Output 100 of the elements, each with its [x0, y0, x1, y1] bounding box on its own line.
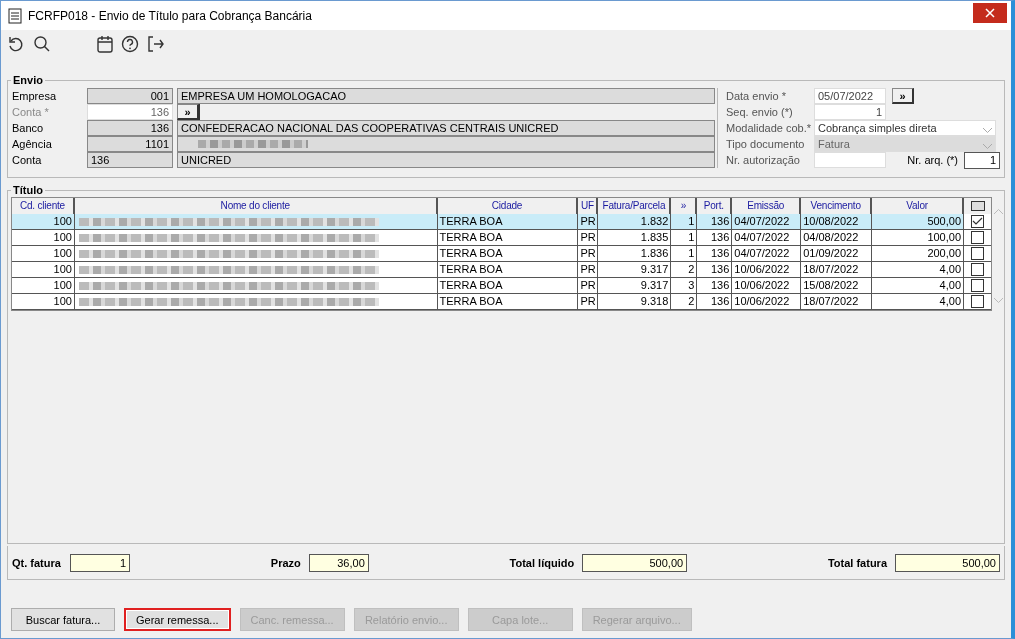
table-cell: 10/06/2022 [732, 262, 802, 277]
document-icon [8, 7, 22, 24]
table-cell: 1 [671, 246, 698, 261]
table-cell: 18/07/2022 [801, 294, 873, 309]
table-cell: 1.836 [598, 246, 672, 261]
close-button[interactable] [973, 2, 1007, 23]
table-cell: 9.317 [598, 262, 672, 277]
field-label: Conta * [11, 106, 50, 118]
table-cell: PR [578, 214, 599, 229]
code-field: 1101 [87, 136, 173, 152]
table-cell: 18/07/2022 [801, 262, 873, 277]
table-cell: 1 [671, 214, 698, 229]
window-title: FCRFP018 - Envio de Título para Cobrança Bancária [28, 8, 312, 23]
checkbox[interactable] [971, 231, 984, 244]
action-button[interactable]: Gerar remessa... [124, 608, 231, 631]
table-cell: 100 [12, 294, 75, 309]
field-label: Modalidade cob.* [726, 122, 812, 134]
table-cell: 100 [12, 278, 75, 293]
description-field: UNICRED [177, 152, 715, 168]
field-label: Nr. arq. (*) [906, 154, 959, 166]
table-cell: 3 [671, 278, 698, 293]
table-cell: 04/07/2022 [732, 230, 802, 245]
close-icon[interactable] [985, 7, 995, 18]
field-label: Conta [11, 154, 43, 166]
account-field[interactable]: 136 [87, 104, 173, 120]
total-field: 500,00 [895, 553, 1000, 572]
table-cell: TERRA BOA [437, 230, 579, 245]
table-cell: 10/06/2022 [732, 294, 802, 309]
table-cell: TERRA BOA [437, 214, 579, 229]
table-cell: 1.832 [598, 214, 672, 229]
table-cell: 136 [697, 230, 733, 245]
table-cell: 136 [697, 214, 733, 229]
table-cell: TERRA BOA [437, 278, 579, 293]
action-button[interactable]: Buscar fatura... [11, 608, 115, 631]
table-cell: 04/08/2022 [801, 230, 873, 245]
table-cell: 100 [12, 262, 75, 277]
checkbox[interactable] [971, 279, 984, 292]
table-row[interactable]: 100 TERRA BOA PR 1.836 1 136 04/07/2022 01/09/2022 200,00 [12, 246, 991, 262]
table-cell: 2 [671, 294, 698, 309]
field-label: Banco [11, 122, 45, 134]
exit-icon[interactable] [147, 35, 165, 53]
table-row[interactable]: 100 TERRA BOA PR 9.317 3 136 10/06/2022 15/08/2022 4,00 [12, 278, 991, 294]
table-cell: PR [578, 246, 599, 261]
column-header[interactable]: UF [578, 198, 599, 214]
help-icon[interactable] [121, 35, 139, 53]
table-cell: 1.835 [598, 230, 672, 245]
table-cell: 15/08/2022 [801, 278, 873, 293]
field-label: Data envio * [726, 90, 787, 102]
table-cell: 10/06/2022 [732, 278, 802, 293]
total-label: Qt. fatura [12, 556, 62, 569]
undo-icon[interactable] [7, 35, 25, 53]
table-row[interactable]: 100 TERRA BOA PR 9.318 2 136 10/06/2022 18/07/2022 4,00 [12, 294, 991, 310]
field-label: Seq. envio (*) [726, 106, 794, 118]
table-cell: 100 [12, 230, 75, 245]
table-cell: 10/08/2022 [801, 214, 873, 229]
next-button[interactable]: » [892, 88, 914, 104]
calendar-icon[interactable] [97, 35, 113, 53]
lookup-button[interactable]: » [177, 104, 199, 120]
total-label: Prazo [270, 556, 301, 569]
table-row[interactable]: 100 TERRA BOA PR 1.832 1 136 04/07/2022 10/08/2022 500,00 [12, 214, 991, 230]
code-field: 001 [87, 88, 173, 104]
description-field: EMPRESA UM HOMOLOGACAO [177, 88, 715, 104]
field-label: Nr. autorização [726, 154, 801, 166]
code-field: 136 [87, 120, 173, 136]
authorization-field[interactable] [814, 152, 886, 168]
date-field[interactable]: 05/07/2022 [814, 88, 886, 104]
table-cell: 136 [697, 262, 733, 277]
sequence-field[interactable]: 1 [814, 104, 886, 120]
total-label: Total fatura [827, 556, 887, 569]
table-cell: 01/09/2022 [801, 246, 873, 261]
table-cell: 04/07/2022 [732, 246, 802, 261]
total-field: 36,00 [308, 553, 369, 572]
table-cell: TERRA BOA [437, 262, 579, 277]
file-number-field[interactable]: 1 [964, 151, 1000, 169]
group-title: Título [12, 184, 44, 196]
description-field: CONFEDERACAO NACIONAL DAS COOPERATIVAS CENTRAIS UNICRED [177, 120, 715, 136]
dropdown[interactable]: Cobrança simples direta [814, 120, 996, 136]
table-cell: 136 [697, 294, 733, 309]
checkbox[interactable] [971, 263, 984, 276]
field-label: Agência [11, 138, 53, 150]
group-title: Envio [12, 74, 44, 86]
table-cell: 100 [12, 246, 75, 261]
search-icon[interactable] [33, 35, 51, 53]
table-row[interactable]: 100 TERRA BOA PR 1.835 1 136 04/07/2022 04/08/2022 100,00 [12, 230, 991, 246]
code-field: 136 [87, 152, 173, 168]
total-label: Total líquido [509, 556, 575, 569]
table-cell: 136 [697, 246, 733, 261]
table-cell: PR [578, 262, 599, 277]
table-cell: 9.318 [598, 294, 672, 309]
table-cell: 100 [12, 214, 75, 229]
table-cell: PR [578, 294, 599, 309]
table-cell: 04/07/2022 [732, 214, 802, 229]
table-cell: 2 [671, 262, 698, 277]
checkbox[interactable] [971, 247, 984, 260]
checkbox[interactable] [971, 215, 984, 228]
field-label: Empresa [11, 90, 58, 102]
checkbox[interactable] [971, 295, 984, 308]
table-row[interactable]: 100 TERRA BOA PR 9.317 2 136 10/06/2022 18/07/2022 4,00 [12, 262, 991, 278]
total-field: 500,00 [582, 553, 688, 572]
table-cell: 9.317 [598, 278, 672, 293]
